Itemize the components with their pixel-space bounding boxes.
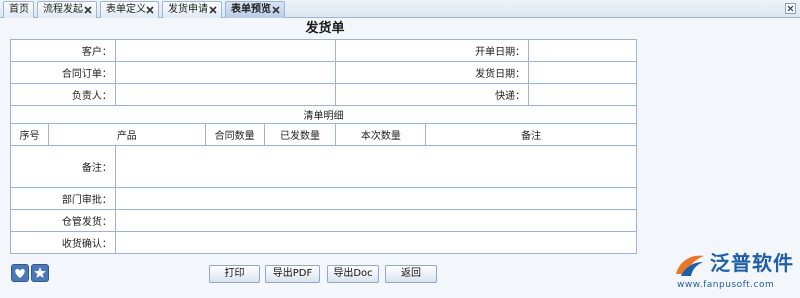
warehouse-ship-label: 仓管发货：	[10, 209, 116, 232]
column-header-product: 产品	[47, 123, 206, 146]
print-button[interactable]: 打印	[209, 265, 260, 283]
tab-label: 发货申请	[168, 4, 208, 15]
star-icon	[34, 267, 46, 278]
column-header-index: 序号	[10, 123, 49, 146]
dept-approval-field[interactable]	[114, 187, 638, 210]
form-title: 发货单	[305, 21, 345, 36]
close-icon[interactable]	[271, 5, 281, 15]
tab-shipment-request[interactable]: 发货申请	[162, 1, 222, 18]
company-name: 泛普软件	[710, 251, 794, 275]
ship-date-field[interactable]	[528, 61, 637, 84]
window-close-icon[interactable]	[785, 3, 796, 14]
shipment-form-table: 客户： 开单日期： 合同订单： 发货日期： 负责人： 快递： 清单明细 序号 产…	[10, 39, 638, 254]
owner-label: 负责人：	[10, 83, 116, 106]
tab-label: 首页	[9, 4, 29, 15]
tab-label: 流程发起	[43, 4, 83, 15]
ship-date-label: 发货日期：	[335, 61, 530, 84]
column-header-contract-qty: 合同数量	[204, 123, 265, 146]
dept-approval-label: 部门审批：	[10, 187, 116, 210]
back-button[interactable]: 返回	[385, 265, 437, 283]
tab-label: 表单预览	[231, 4, 271, 15]
receipt-confirm-field[interactable]	[114, 231, 638, 254]
tab-bar: 首页 流程发起 表单定义 发货申请 表单预览	[0, 0, 800, 18]
export-pdf-button[interactable]: 导出PDF	[265, 265, 320, 283]
owner-field[interactable]	[114, 83, 337, 106]
heart-icon	[15, 269, 25, 278]
open-date-field[interactable]	[528, 39, 637, 62]
column-header-current-qty: 本次数量	[335, 123, 427, 146]
express-field[interactable]	[528, 83, 637, 106]
form-row: 清单明细	[10, 105, 637, 124]
favorite-button[interactable]	[11, 264, 29, 282]
close-icon[interactable]	[208, 5, 218, 15]
company-url: www.fanpusoft.com	[677, 280, 775, 290]
open-date-label: 开单日期：	[335, 39, 530, 62]
warehouse-ship-field[interactable]	[114, 209, 638, 232]
tab-label: 表单定义	[106, 4, 146, 15]
form-row: 部门审批：	[10, 187, 638, 210]
column-header-shipped-qty: 已发数量	[263, 123, 337, 146]
column-header-remarks: 备注	[425, 123, 637, 146]
tab-home[interactable]: 首页	[3, 1, 34, 18]
form-row: 客户： 开单日期：	[10, 39, 637, 62]
bookmark-button[interactable]	[31, 264, 49, 282]
tab-form-preview[interactable]: 表单预览	[225, 1, 285, 18]
remarks-label: 备注：	[10, 145, 116, 188]
form-row: 合同订单： 发货日期：	[10, 61, 637, 84]
customer-field[interactable]	[114, 39, 337, 62]
form-row: 备注：	[10, 145, 638, 188]
company-logo-icon	[676, 255, 704, 276]
detail-column-header-row: 序号 产品 合同数量 已发数量 本次数量 备注	[10, 123, 637, 146]
detail-section-header: 清单明细	[10, 105, 637, 124]
express-label: 快递：	[335, 83, 530, 106]
form-row: 收货确认：	[10, 231, 638, 254]
receipt-confirm-label: 收货确认：	[10, 231, 116, 254]
form-row: 负责人： 快递：	[10, 83, 637, 106]
close-icon[interactable]	[145, 5, 155, 15]
tab-form-definition[interactable]: 表单定义	[100, 1, 159, 18]
tab-process-start[interactable]: 流程发起	[37, 1, 97, 18]
contract-order-label: 合同订单：	[10, 61, 116, 84]
close-icon[interactable]	[83, 5, 93, 15]
contract-order-field[interactable]	[114, 61, 337, 84]
remarks-field[interactable]	[114, 145, 638, 188]
export-doc-button[interactable]: 导出Doc	[327, 265, 379, 283]
customer-label: 客户：	[10, 39, 116, 62]
form-row: 仓管发货：	[10, 209, 638, 232]
